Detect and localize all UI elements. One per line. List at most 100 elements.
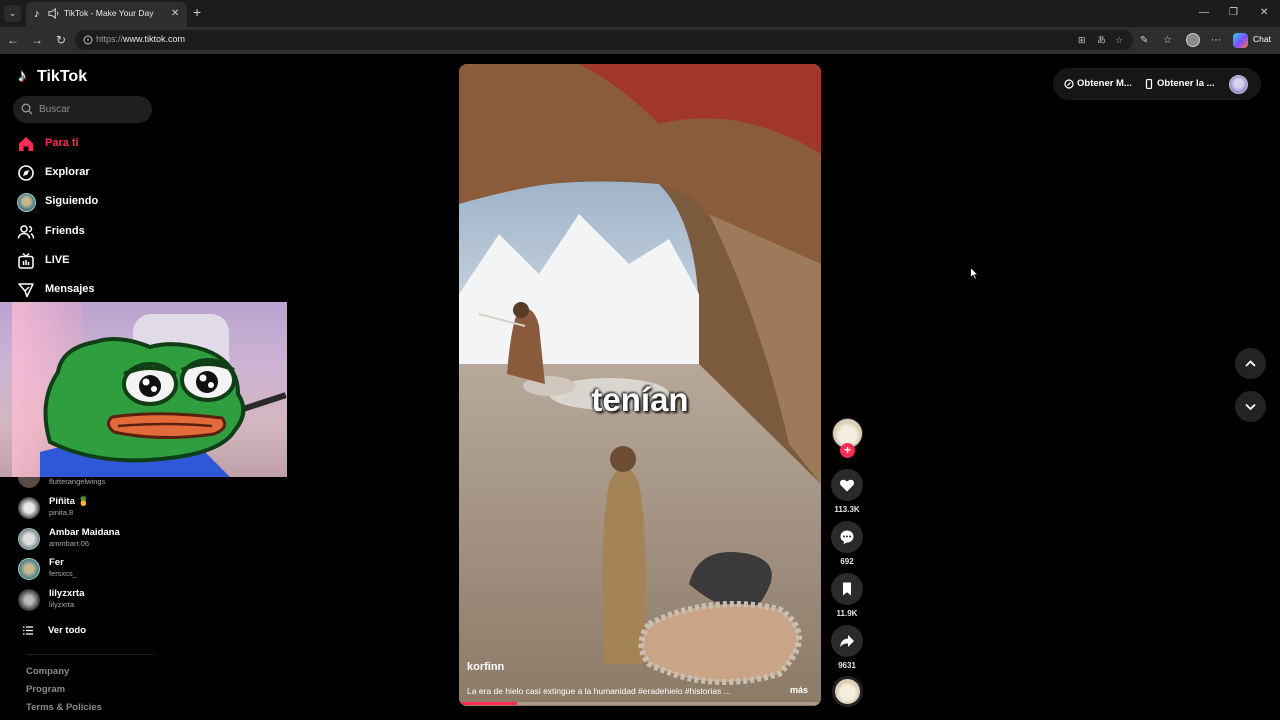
tiktok-favicon-icon: ♪ bbox=[34, 8, 40, 20]
heart-icon bbox=[840, 479, 854, 492]
tab-actions-menu-icon[interactable]: ⌄ bbox=[4, 5, 21, 22]
app-available-icon[interactable]: ⊞ bbox=[1078, 34, 1086, 46]
browser-profile-avatar[interactable] bbox=[1186, 33, 1200, 47]
search-box[interactable] bbox=[13, 96, 152, 123]
account-handle: ammbarr.06 bbox=[49, 539, 90, 548]
messages-icon bbox=[18, 283, 34, 298]
close-tab-icon[interactable]: ✕ bbox=[171, 7, 179, 20]
nav-item-explorar[interactable]: Explorar bbox=[16, 162, 166, 184]
bookmark-icon bbox=[843, 582, 851, 596]
browser-toolbar: ← → ↻ https://www.tiktok.com ⊞ あ ☆ ✎ ☆ ⋯… bbox=[0, 27, 1280, 54]
nav-item-friends[interactable]: Friends bbox=[16, 221, 166, 243]
favorites-icon[interactable]: ☆ bbox=[1163, 34, 1172, 47]
comment-icon bbox=[840, 530, 854, 544]
user-avatar[interactable] bbox=[1229, 75, 1248, 94]
comment-button[interactable] bbox=[831, 521, 863, 553]
next-video-button[interactable] bbox=[1235, 391, 1266, 422]
following-account-item[interactable]: Piñita 🍍 pinita.8 bbox=[18, 495, 168, 521]
browser-tab-tiktok[interactable]: ♪ TikTok - Make Your Day ✕ bbox=[26, 2, 187, 27]
tab-title: TikTok - Make Your Day bbox=[64, 8, 154, 18]
see-all-button[interactable]: Ver todo bbox=[20, 624, 140, 638]
speaker-icon[interactable] bbox=[48, 7, 59, 20]
share-button[interactable] bbox=[831, 625, 863, 657]
more-options-icon[interactable]: ⋯ bbox=[1211, 34, 1221, 47]
extensions-icon[interactable]: ✎ bbox=[1140, 34, 1148, 47]
footer-link-company[interactable]: Company bbox=[26, 666, 69, 677]
favorite-star-icon[interactable]: ☆ bbox=[1115, 34, 1123, 46]
avatar bbox=[18, 497, 40, 519]
nav-item-mensajes[interactable]: Mensajes bbox=[16, 279, 166, 301]
nav-label: LIVE bbox=[45, 254, 70, 266]
translate-icon[interactable]: あ bbox=[1097, 34, 1106, 46]
tiktok-note-icon: ♪ bbox=[18, 66, 27, 85]
more-button[interactable]: más bbox=[790, 685, 808, 695]
chevron-up-icon bbox=[1245, 360, 1256, 367]
url-text[interactable]: https://www.tiktok.com bbox=[96, 34, 185, 44]
share-icon bbox=[840, 635, 854, 647]
friends-icon bbox=[17, 225, 35, 239]
like-count: 113.3K bbox=[834, 505, 860, 514]
account-handle: flutterangelwings bbox=[49, 477, 106, 486]
list-icon bbox=[23, 626, 33, 635]
chevron-down-icon bbox=[1245, 403, 1256, 411]
nav-item-para-ti[interactable]: Para ti bbox=[16, 133, 166, 155]
following-avatar bbox=[17, 193, 36, 212]
nav-item-live[interactable]: LIVE bbox=[16, 250, 166, 272]
browser-tab-bar: ⌄ ♪ TikTok - Make Your Day ✕ + — ❐ ✕ bbox=[0, 0, 1280, 27]
site-info-icon[interactable] bbox=[83, 35, 93, 45]
account-name: lilyzxrta bbox=[49, 588, 85, 599]
sidebar-divider bbox=[26, 654, 154, 655]
video-progress-fill bbox=[459, 702, 517, 705]
account-name: Piñita 🍍 bbox=[49, 496, 90, 507]
address-bar[interactable]: https://www.tiktok.com ⊞ あ ☆ bbox=[75, 30, 1133, 50]
video-author[interactable]: korfinn bbox=[467, 661, 504, 673]
close-window-icon[interactable]: ✕ bbox=[1260, 6, 1268, 20]
video-progress-bar[interactable] bbox=[459, 702, 821, 705]
copilot-logo-icon bbox=[1233, 33, 1248, 48]
previous-video-button[interactable] bbox=[1235, 348, 1266, 379]
nav-item-siguiendo[interactable]: Siguiendo bbox=[16, 191, 166, 213]
follow-button[interactable]: + bbox=[840, 443, 855, 458]
search-input[interactable] bbox=[39, 100, 144, 119]
footer-link-program[interactable]: Program bbox=[26, 684, 65, 695]
tiktok-page: ♪ TikTok Para ti Explorar Siguiendo Frie… bbox=[0, 54, 1280, 720]
restore-icon[interactable]: ❐ bbox=[1229, 6, 1238, 20]
reload-icon[interactable]: ↻ bbox=[53, 32, 69, 48]
new-tab-button[interactable]: + bbox=[193, 4, 201, 21]
nav-label: Para ti bbox=[45, 137, 79, 149]
avatar bbox=[18, 558, 40, 580]
live-icon bbox=[18, 252, 34, 269]
get-app-label: Obtener M... bbox=[1077, 78, 1132, 89]
nav-label: Explorar bbox=[45, 166, 90, 178]
share-count: 9631 bbox=[838, 661, 856, 670]
avatar bbox=[18, 528, 40, 550]
video-caption-overlay: tenían bbox=[591, 381, 689, 418]
get-desktop-label: Obtener la ... bbox=[1157, 78, 1215, 89]
compass-icon bbox=[18, 165, 34, 181]
following-account-item[interactable]: Ambar Maidana ammbarr.06 bbox=[18, 526, 168, 552]
music-disc-avatar[interactable] bbox=[832, 676, 863, 707]
save-count: 11.9K bbox=[836, 609, 858, 618]
search-icon[interactable] bbox=[21, 103, 33, 115]
chat-label: Chat bbox=[1253, 34, 1271, 44]
account-handle: lilyzxrta bbox=[49, 600, 75, 609]
avatar bbox=[18, 589, 40, 611]
minimize-icon[interactable]: — bbox=[1199, 6, 1209, 20]
logo-text: TikTok bbox=[37, 68, 88, 85]
back-icon[interactable]: ← bbox=[5, 32, 21, 48]
account-handle: pinita.8 bbox=[49, 508, 74, 517]
forward-icon[interactable]: → bbox=[29, 32, 45, 48]
nav-label: Friends bbox=[45, 225, 85, 237]
footer-link-terms[interactable]: Terms & Policies bbox=[26, 702, 102, 713]
save-button[interactable] bbox=[831, 573, 863, 605]
following-account-item[interactable]: lilyzxrta lilyzxrta bbox=[18, 587, 168, 613]
coin-icon bbox=[1064, 79, 1074, 89]
video-player[interactable]: tenían korfinn La era de hielo casi exti… bbox=[459, 64, 821, 706]
frog-avatar-icon bbox=[40, 336, 246, 477]
like-button[interactable] bbox=[831, 469, 863, 501]
mouse-cursor-icon bbox=[970, 267, 979, 280]
top-actions-bar: Obtener M... Obtener la ... bbox=[1053, 68, 1261, 100]
following-account-item[interactable]: Fer fersxcs_ bbox=[18, 556, 168, 582]
account-name: Ambar Maidana bbox=[49, 527, 120, 538]
nav-label: Mensajes bbox=[45, 283, 95, 295]
